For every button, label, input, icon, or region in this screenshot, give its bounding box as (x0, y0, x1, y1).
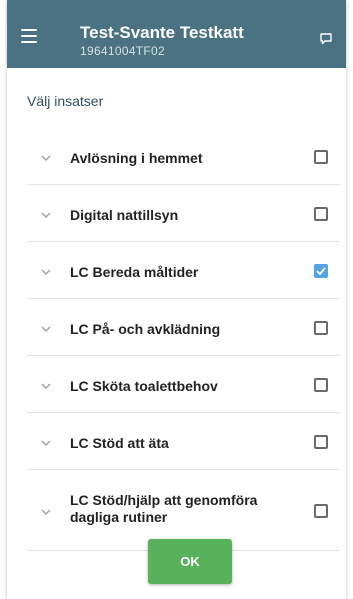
item-checkbox[interactable] (314, 321, 328, 335)
service-list: Avlösning i hemmet Digital nattillsyn LC… (27, 128, 340, 551)
item-label: LC Stöd att äta (70, 435, 169, 451)
chevron-down-icon[interactable] (39, 438, 53, 448)
chat-bubble-icon[interactable] (314, 28, 338, 48)
list-item[interactable]: LC Bereda måltider (27, 242, 340, 299)
chevron-down-icon[interactable] (39, 210, 53, 220)
chevron-down-icon[interactable] (39, 267, 53, 277)
item-label: Avlösning i hemmet (70, 150, 203, 166)
patient-name: Test-Svante Testkatt (80, 23, 244, 42)
item-label: LC Stöd/hjälp att genomföra dagliga ruti… (70, 492, 258, 525)
item-label: LC Sköta toalettbehov (70, 378, 218, 394)
section-heading: Välj insatser (27, 93, 104, 109)
chevron-down-icon[interactable] (39, 153, 53, 163)
ok-button[interactable]: OK (148, 539, 232, 584)
item-checkbox[interactable] (314, 378, 328, 392)
item-checkbox[interactable] (314, 504, 328, 518)
chevron-down-icon[interactable] (39, 507, 53, 517)
item-checkbox[interactable] (314, 207, 328, 221)
item-label: LC Bereda måltider (70, 264, 199, 280)
app-bar: Test-Svante Testkatt 19641004TF02 (7, 0, 346, 68)
list-item[interactable]: Avlösning i hemmet (27, 128, 340, 185)
item-checkbox[interactable] (314, 150, 328, 164)
item-checkbox[interactable] (314, 435, 328, 449)
list-item[interactable]: LC Stöd att äta (27, 413, 340, 470)
chevron-down-icon[interactable] (39, 381, 53, 391)
item-label: LC På- och avklädning (70, 321, 221, 337)
list-item[interactable]: Digital nattillsyn (27, 185, 340, 242)
list-item[interactable]: LC På- och avklädning (27, 299, 340, 356)
list-item[interactable]: LC Sköta toalettbehov (27, 356, 340, 413)
checkmark-icon (316, 267, 326, 275)
chevron-down-icon[interactable] (39, 324, 53, 334)
patient-id: 19641004TF02 (80, 44, 165, 58)
hamburger-menu-icon[interactable] (15, 22, 43, 50)
item-label: Digital nattillsyn (70, 207, 179, 223)
item-checkbox-checked[interactable] (314, 264, 328, 278)
screen: Test-Svante Testkatt 19641004TF02 Välj i… (7, 0, 346, 599)
